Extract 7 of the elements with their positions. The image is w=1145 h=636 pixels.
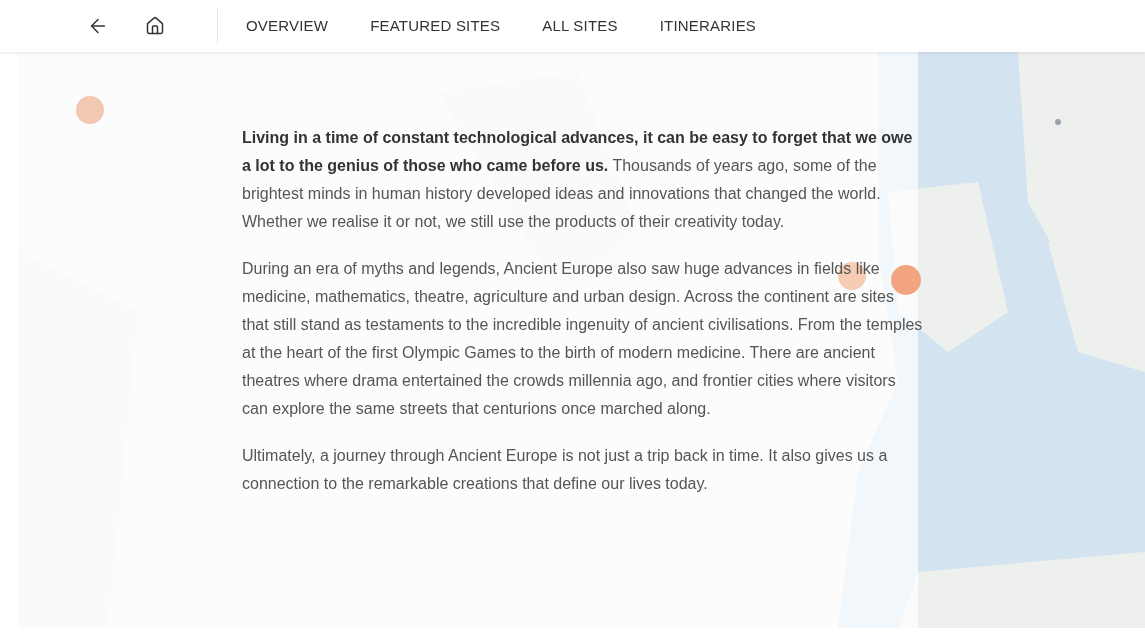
article-paragraph: Ultimately, a journey through Ancient Europe is not just a trip back in time. It also gives us a connection to the remarkable creations that define our lives today.	[242, 446, 889, 494]
article-paragraph: During an era of myths and legends, Ancient Europe also saw huge advances in fields like medicine, mathematics, theatre, agriculture and urban design. Across the continent are sites that still stand as testaments to the incredible ingenuity of ancient civilisations. From the temples at the heart of the first Olympic Games to the birth of modern medicine. There are ancient theatres where drama entertained the crowds millennia ago, and frontier cities where visitors can explore the same streets that centurions once marched along.	[242, 259, 924, 419]
article-paragraph: Living in a time of constant technological advances, it can be easy to forget that we owe a lot to the genius of those who came before us. Thousands of years ago, some of the brightest minds in human history developed ideas and innovations that changed the world. Whether we realise it or not, we still use the products of their creativity today.	[242, 128, 914, 232]
nav-tab[interactable]: OVERVIEW	[246, 14, 329, 38]
nav-tab[interactable]: FEATURED SITES	[370, 14, 501, 38]
nav-tab[interactable]: ALL SITES	[542, 14, 618, 38]
nav-tab[interactable]: ITINERARIES	[659, 14, 757, 38]
